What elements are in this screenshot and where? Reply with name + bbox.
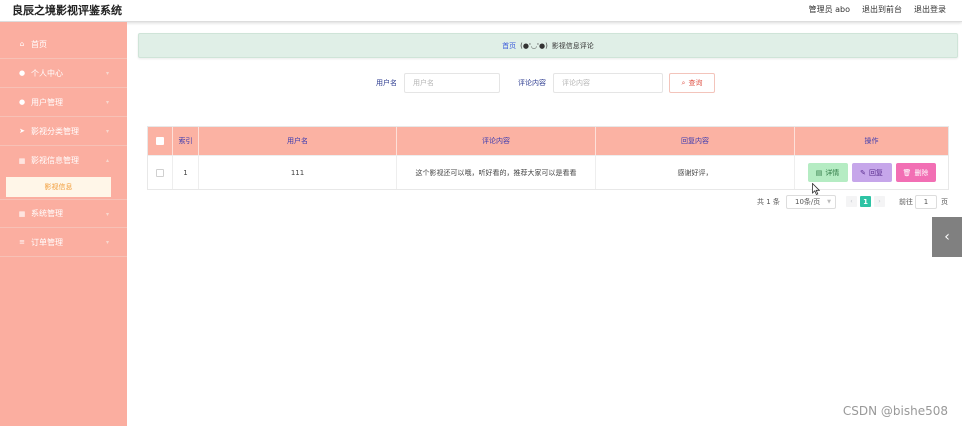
row-select-cell [148, 156, 173, 189]
header-username: 用户名 [199, 127, 397, 155]
pagination: 共 1 条 10条/页 ▼ ‹ 1 › 前往 1 页 [0, 195, 962, 209]
trash-icon: 🗑 [902, 168, 912, 177]
cell-username: 111 [199, 156, 397, 189]
app-title: 良辰之境影视评鉴系统 [12, 4, 122, 17]
home-icon: ⌂ [19, 40, 25, 48]
sidebar-item-label: 首页 [31, 39, 47, 49]
cell-reply: 感谢好评， [596, 156, 795, 189]
prev-page-button[interactable]: ‹ [846, 196, 857, 207]
table-header: 索引 用户名 评论内容 回复内容 操作 [148, 127, 948, 155]
page-size-select[interactable]: 10条/页 ▼ [786, 195, 836, 209]
breadcrumb-separator: (●'◡'●) [520, 41, 548, 50]
header-select-all[interactable] [148, 127, 173, 155]
goto-label: 前往 [899, 198, 913, 206]
sidebar-item-label: 系统管理 [31, 209, 63, 218]
detail-button-label: 详情 [825, 168, 840, 177]
chevron-left-icon: ‹ [944, 229, 950, 245]
breadcrumb-home-link[interactable]: 首页 [502, 41, 516, 51]
search-button[interactable]: ⌕ 查询 [669, 73, 715, 93]
search-icon: ⌕ [681, 78, 686, 87]
grid-icon: ▦ [18, 209, 26, 218]
sidebar-item-home[interactable]: ⌂ 首页 [0, 30, 127, 59]
cell-index: 1 [173, 156, 199, 189]
user-icon: ● [18, 98, 26, 106]
top-bar: 良辰之境影视评鉴系统 管理员 abo 退出到前台 退出登录 [0, 0, 962, 22]
username-label: 用户名 [376, 79, 397, 87]
row-checkbox[interactable] [156, 168, 164, 177]
cell-comment: 这个影视还可以哦，听好看的，推荐大家可以是看看 [397, 156, 596, 189]
side-collapse-tab[interactable]: ‹ [932, 217, 962, 257]
username-input[interactable] [404, 73, 500, 93]
chevron-down-icon: ▾ [105, 211, 109, 218]
list-icon: ≡ [19, 238, 25, 246]
detail-button[interactable]: ▤ 详情 [807, 163, 848, 182]
edit-icon: ✎ [860, 168, 866, 177]
sidebar-item-label: 用户管理 [31, 97, 63, 107]
search-form: 用户名 评论内容 ⌕ 查询 [0, 73, 962, 93]
sidebar-item-label: 影视分类管理 [31, 126, 79, 136]
reply-button[interactable]: ✎ 回复 [851, 163, 892, 182]
watermark: CSDN @bishe508 [842, 404, 948, 418]
select-all-checkbox[interactable] [156, 137, 164, 145]
comment-input[interactable] [553, 73, 663, 93]
header-actions: 操作 [864, 137, 879, 145]
document-icon: ▤ [815, 168, 823, 177]
exit-to-front-link[interactable]: 退出到前台 [862, 4, 902, 15]
goto-page-input[interactable]: 1 [915, 195, 937, 209]
table-row: 1 111 这个影视还可以哦，听好看的，推荐大家可以是看看 感谢好评， ▤ 详情… [148, 155, 948, 189]
sidebar-item-label: 影视信息管理 [31, 156, 79, 165]
sidebar-item-movie-info[interactable]: ▦ 影视信息管理 ▴ [0, 146, 127, 175]
breadcrumb-current: 影视信息评论 [551, 41, 594, 50]
logout-link[interactable]: 退出登录 [914, 4, 946, 15]
submenu-item-movie-info[interactable]: 影视信息 [6, 177, 111, 197]
send-icon: ➤ [19, 127, 25, 135]
breadcrumb: 首页 (●'◡'●) 影视信息评论 [138, 33, 958, 58]
chevron-down-icon: ▼ [827, 199, 831, 205]
chevron-down-icon: ▾ [105, 128, 109, 135]
top-right-links: 管理员 abo 退出到前台 退出登录 [809, 4, 946, 15]
chevron-down-icon: ▾ [105, 99, 109, 106]
reply-button-label: 回复 [868, 168, 883, 177]
sidebar-item-categories[interactable]: ➤ 影视分类管理 ▾ [0, 117, 127, 146]
delete-button-label: 删除 [914, 168, 929, 177]
search-button-label: 查询 [688, 79, 703, 87]
page-suffix: 页 [941, 198, 948, 206]
next-page-button[interactable]: › [874, 196, 885, 207]
mouse-cursor-icon [812, 183, 820, 195]
comment-label: 评论内容 [518, 79, 546, 87]
grid-icon: ▦ [18, 156, 26, 165]
current-page-button[interactable]: 1 [860, 196, 871, 207]
sidebar-item-orders[interactable]: ≡ 订单管理 ▾ [0, 228, 127, 257]
chevron-down-icon: ▾ [105, 239, 109, 246]
comments-table: 索引 用户名 评论内容 回复内容 操作 1 111 这个影视还可以哦，听好看的，… [147, 126, 949, 190]
header-index: 索引 [173, 127, 199, 155]
admin-label: 管理员 abo [808, 5, 850, 14]
header-reply: 回复内容 [596, 127, 795, 155]
pagination-total: 共 1 条 [757, 198, 780, 206]
page-size-value: 10条/页 [795, 198, 821, 206]
delete-button[interactable]: 🗑 删除 [895, 163, 936, 182]
chevron-up-icon: ▴ [105, 157, 109, 164]
sidebar-item-label: 订单管理 [31, 237, 63, 247]
header-comment: 评论内容 [397, 127, 596, 155]
